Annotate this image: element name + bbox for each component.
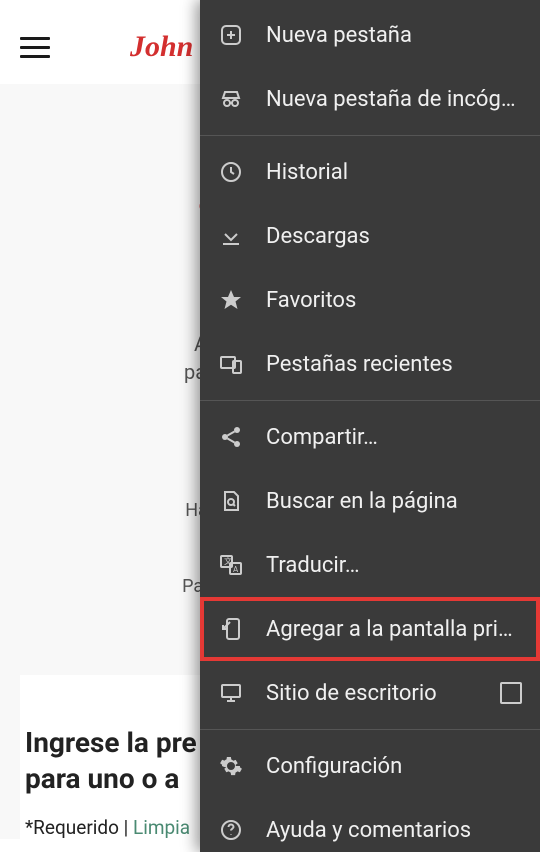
menu-item-label: Agregar a la pantalla principal	[266, 617, 522, 642]
menu-item-desktop-site[interactable]: Sitio de escritorio	[200, 661, 540, 725]
menu-item-history[interactable]: Historial	[200, 140, 540, 204]
svg-text:A: A	[233, 565, 239, 574]
menu-item-label: Ayuda y comentarios	[266, 818, 522, 843]
menu-item-label: Buscar en la página	[266, 489, 522, 514]
menu-item-label: Compartir…	[266, 425, 522, 450]
menu-item-label: Historial	[266, 160, 522, 185]
brand-logo: John	[130, 30, 193, 64]
add-to-homescreen-icon	[218, 616, 244, 642]
menu-item-downloads[interactable]: Descargas	[200, 204, 540, 268]
menu-item-label: Nueva pestaña de incógnito	[266, 87, 522, 112]
menu-item-label: Descargas	[266, 224, 522, 249]
menu-item-share[interactable]: Compartir…	[200, 405, 540, 469]
menu-item-bookmarks[interactable]: Favoritos	[200, 268, 540, 332]
menu-item-label: Sitio de escritorio	[266, 681, 468, 706]
form-required: *Requerido |	[25, 816, 133, 839]
menu-item-find-in-page[interactable]: Buscar en la página	[200, 469, 540, 533]
menu-item-incognito[interactable]: Nueva pestaña de incógnito	[200, 67, 540, 131]
desktop-icon	[218, 680, 244, 706]
hamburger-icon[interactable]	[20, 37, 50, 58]
menu-item-label: Pestañas recientes	[266, 352, 522, 377]
menu-item-recent-tabs[interactable]: Pestañas recientes	[200, 332, 540, 396]
download-icon	[218, 223, 244, 249]
menu-item-label: Nueva pestaña	[266, 23, 522, 48]
devices-icon	[218, 351, 244, 377]
menu-item-label: Configuración	[266, 754, 522, 779]
translate-icon: 文A	[218, 552, 244, 578]
menu-item-new-tab[interactable]: Nueva pestaña	[200, 3, 540, 67]
form-clear-action[interactable]: Limpia	[133, 816, 190, 839]
svg-text:文: 文	[224, 556, 232, 566]
gear-icon	[218, 753, 244, 779]
menu-divider	[200, 400, 540, 401]
menu-item-label: Favoritos	[266, 288, 522, 313]
desktop-site-checkbox[interactable]	[500, 682, 522, 704]
incognito-icon	[218, 86, 244, 112]
menu-divider	[200, 729, 540, 730]
menu-item-translate[interactable]: 文A Traducir…	[200, 533, 540, 597]
menu-item-add-to-homescreen[interactable]: Agregar a la pantalla principal	[200, 597, 540, 661]
share-icon	[218, 424, 244, 450]
menu-item-help[interactable]: Ayuda y comentarios	[200, 798, 540, 852]
menu-divider	[200, 135, 540, 136]
find-in-page-icon	[218, 488, 244, 514]
browser-menu: Nueva pestaña Nueva pestaña de incógnito…	[200, 0, 540, 852]
help-icon	[218, 817, 244, 843]
history-icon	[218, 159, 244, 185]
plus-square-icon	[218, 22, 244, 48]
star-icon	[218, 287, 244, 313]
menu-item-settings[interactable]: Configuración	[200, 734, 540, 798]
menu-item-label: Traducir…	[266, 553, 522, 578]
